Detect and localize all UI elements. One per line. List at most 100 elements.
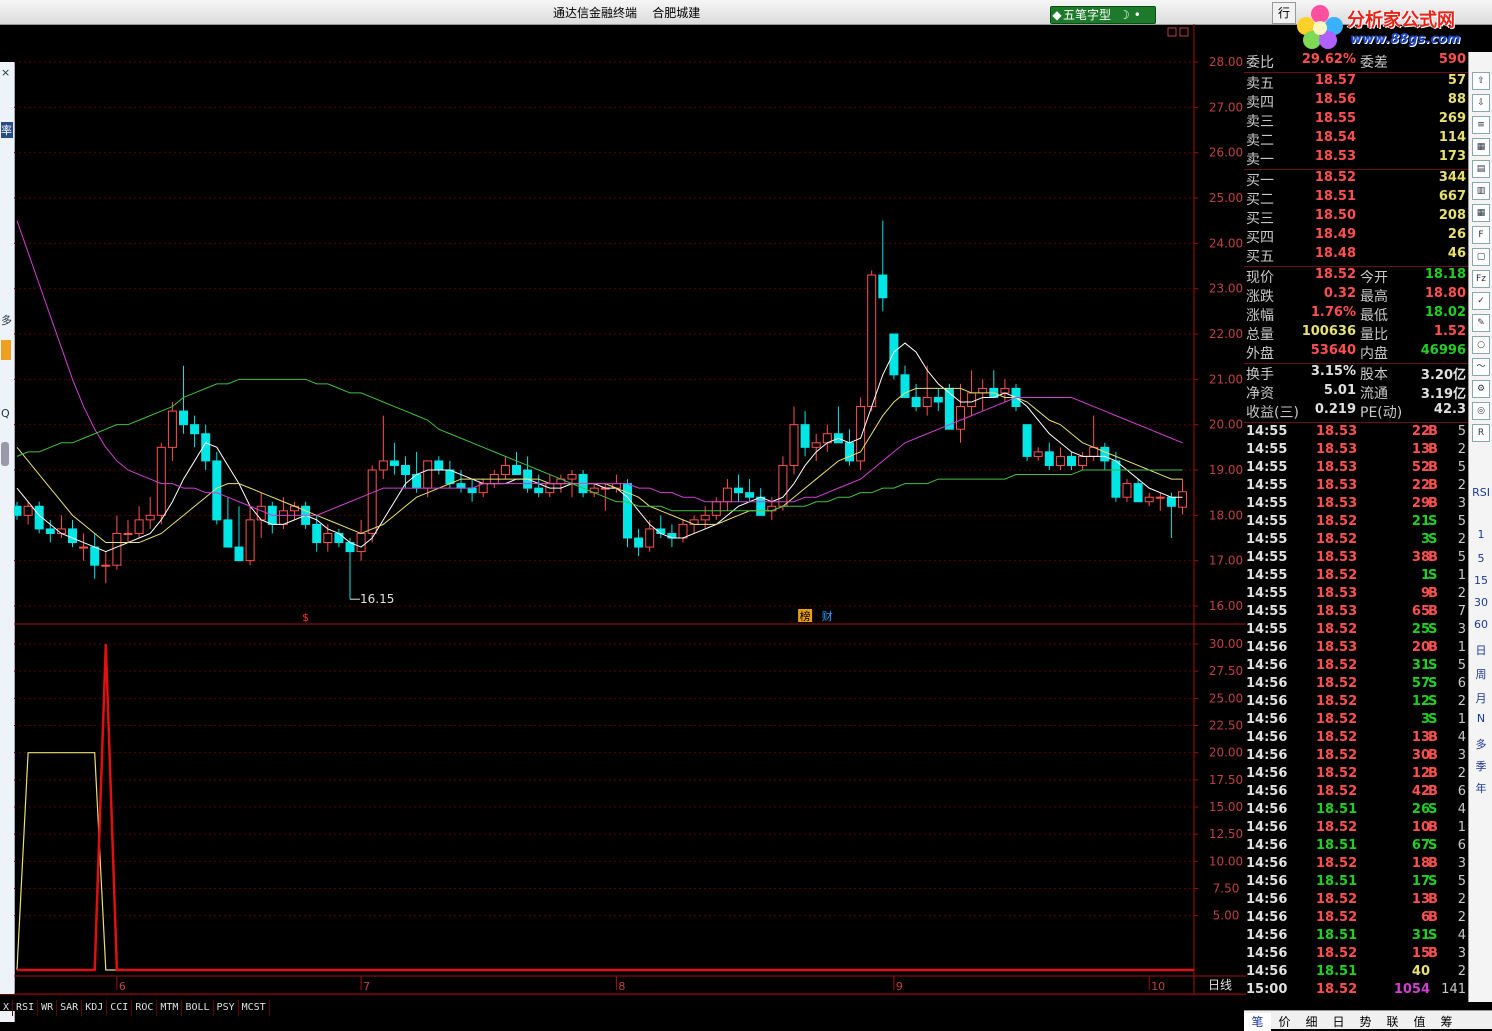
tick-direction: B	[1428, 550, 1438, 565]
indicator-tab-kdj[interactable]: KDJ	[82, 1000, 108, 1016]
indicator-tab-mcst[interactable]: MCST	[239, 1000, 270, 1016]
tick-direction: B	[1428, 640, 1438, 655]
candle-body	[1178, 491, 1187, 508]
period-button-2[interactable]: 5	[1471, 552, 1491, 565]
logo-text: 分析家公式网	[1347, 10, 1455, 31]
indicator-tab-rsi[interactable]: RSI	[13, 1000, 39, 1016]
indicator-tab-cci[interactable]: CCI	[107, 1000, 133, 1016]
up-arrow-icon[interactable]: ⇧	[1472, 72, 1490, 90]
candle-body	[678, 523, 688, 539]
cycle-icon[interactable]: ◎	[1472, 402, 1490, 420]
candle-body	[1133, 483, 1143, 503]
chart-icon[interactable]: ▤	[1472, 160, 1490, 178]
stat-value: 18.52	[1314, 267, 1356, 282]
fiz-icon[interactable]: Fz	[1472, 270, 1490, 288]
tick-direction: B	[1428, 784, 1438, 799]
doc-icon[interactable]: ▢	[1472, 248, 1490, 266]
ime-label: 五笔字型	[1063, 8, 1112, 22]
candle-icon[interactable]: ▥	[1472, 182, 1490, 200]
tick-volume: 65	[1411, 604, 1430, 619]
tick-volume: 67	[1411, 838, 1430, 853]
period-button-5[interactable]: 60	[1471, 618, 1491, 631]
candle-body	[1000, 387, 1010, 394]
tick-time: 14:55	[1246, 604, 1288, 619]
tick-direction: S	[1428, 694, 1438, 709]
period-button-1[interactable]: 1	[1471, 528, 1491, 541]
detail-tab-6[interactable]: 值	[1406, 1013, 1433, 1031]
tick-direction: S	[1428, 514, 1438, 529]
detail-tab-3[interactable]: 日	[1325, 1013, 1352, 1031]
tick-price: 18.52	[1316, 676, 1358, 691]
stat-value: 53640	[1310, 343, 1356, 358]
tick-direction: B	[1428, 586, 1438, 601]
indicator-tab-x[interactable]: X	[0, 1000, 14, 1016]
detail-tab-4[interactable]: 势	[1352, 1013, 1379, 1031]
detail-tab-0[interactable]: 笔	[1244, 1013, 1271, 1031]
period-button-7[interactable]: 周	[1471, 666, 1491, 682]
pencil-icon[interactable]: ✎	[1472, 314, 1490, 332]
period-button-10[interactable]: 多	[1471, 736, 1491, 752]
candle-body	[789, 424, 799, 466]
candle-body	[1166, 496, 1176, 507]
ma-line-2	[16, 220, 1183, 516]
candle-body	[700, 514, 710, 521]
list-icon[interactable]: ≡	[1472, 116, 1490, 134]
tick-time: 14:56	[1246, 694, 1288, 709]
stat-label-2: 最低	[1360, 308, 1388, 324]
indicator-tab-psy[interactable]: PSY	[214, 1000, 239, 1016]
candlestick-series	[14, 220, 1187, 600]
indicator-tab-mtm[interactable]: MTM	[157, 1000, 183, 1016]
order-ratio-row: 委比 29.62% 委差 590	[1246, 52, 1468, 71]
period-button-0[interactable]: RSI	[1471, 486, 1491, 499]
period-button-9[interactable]: N	[1471, 712, 1491, 725]
table-icon[interactable]: ▦	[1472, 138, 1490, 156]
tick-count: 5	[1457, 460, 1466, 475]
ask-label: 卖三	[1246, 114, 1274, 130]
dot-icon[interactable]: •	[1134, 7, 1141, 23]
ask-price: 18.54	[1314, 130, 1356, 145]
tick-list[interactable]: 14:55 18.53 22 B 5 14:55 18.53 13 B 2 14:55 18.53 52…	[1244, 424, 1468, 1000]
indicator-tab-roc[interactable]: ROC	[132, 1000, 158, 1016]
f10-icon[interactable]: F	[1472, 226, 1490, 244]
candle-body	[14, 505, 22, 516]
stat-value: 100636	[1301, 324, 1356, 339]
wave-icon[interactable]: 〜	[1472, 358, 1490, 376]
detail-tab-1[interactable]: 价	[1271, 1013, 1298, 1031]
tick-price: 18.53	[1316, 460, 1358, 475]
grid-icon[interactable]: ▦	[1472, 204, 1490, 222]
detail-tab-5[interactable]: 联	[1379, 1013, 1406, 1031]
candle-body	[956, 406, 965, 430]
circle-icon[interactable]: ○	[1472, 336, 1490, 354]
fundamental-row: 净资 5.01 流通 3.19亿	[1246, 383, 1468, 402]
tick-count: 141	[1441, 982, 1466, 997]
indicator-tab-boll[interactable]: BOLL	[182, 1000, 214, 1016]
tick-time: 14:56	[1246, 640, 1288, 655]
search-icon[interactable]: Q	[1, 407, 10, 420]
period-button-6[interactable]: 日	[1471, 642, 1491, 658]
tick-row: 14:55 18.53 22 B 5	[1244, 424, 1468, 442]
gear-icon[interactable]: ⚙	[1472, 380, 1490, 398]
indicator-tab-wr[interactable]: WR	[38, 1000, 58, 1016]
period-button-11[interactable]: 季	[1471, 758, 1491, 774]
rsi-icon[interactable]: R	[1472, 424, 1490, 442]
ime-indicator[interactable]: ◆五笔字型 ☽ •	[1050, 6, 1156, 24]
period-label[interactable]: 日线	[1196, 976, 1244, 994]
period-button-12[interactable]: 年	[1471, 780, 1491, 796]
tick-price: 18.52	[1316, 730, 1358, 745]
down-arrow-icon[interactable]: ⇩	[1472, 94, 1490, 112]
moon-icon[interactable]: ☽	[1119, 7, 1130, 23]
detail-tabs: 笔价细日势联值筹	[1244, 1010, 1492, 1031]
period-button-3[interactable]: 15	[1471, 574, 1491, 587]
check-icon[interactable]: ✓	[1472, 292, 1490, 310]
kline-chart-area[interactable]: 28.00 27.00 26.00 25.00 24.00 23.00 22.00 21.00…	[14, 24, 1246, 1028]
indicator-tab-sar[interactable]: SAR	[57, 1000, 83, 1016]
bid-row: 买二 18.51 667	[1246, 189, 1468, 208]
detail-tab-7[interactable]: 筹	[1433, 1013, 1460, 1031]
tick-volume: 13	[1411, 730, 1430, 745]
scrollbar-thumb[interactable]	[1, 442, 9, 466]
close-icon[interactable]: ×	[1, 66, 10, 79]
detail-tab-2[interactable]: 细	[1298, 1013, 1325, 1031]
period-button-4[interactable]: 30	[1471, 596, 1491, 609]
period-button-8[interactable]: 月	[1471, 690, 1491, 706]
left-panel-tab[interactable]: 率	[1, 122, 13, 138]
